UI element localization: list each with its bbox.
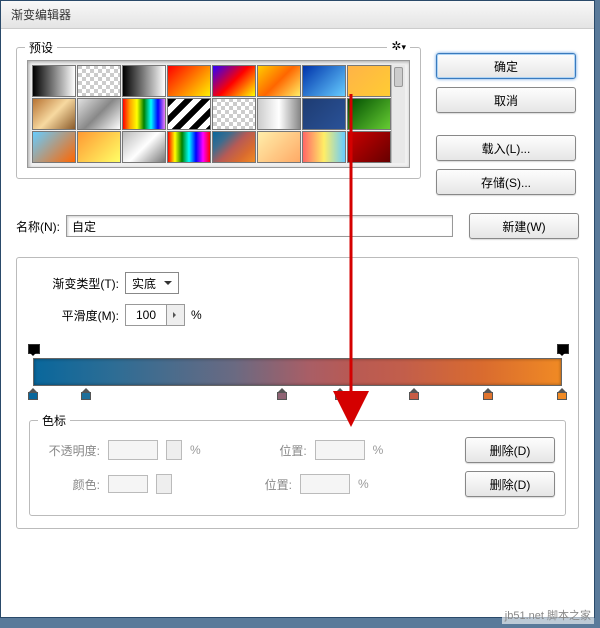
gradient-type-select[interactable]: 实底 xyxy=(125,272,179,294)
preset-swatch[interactable] xyxy=(167,98,211,130)
delete-color-stop-button[interactable]: 删除(D) xyxy=(465,471,555,497)
color-label: 颜色: xyxy=(40,476,100,493)
dialog-body: 预设 ✲▾ 确定 取消 载入(L)... 存储(S)... 名称(N): 新建(… xyxy=(1,29,594,617)
color-stop[interactable] xyxy=(408,388,420,400)
gradient-editor-strip xyxy=(33,344,562,400)
gradient-bar[interactable] xyxy=(33,358,562,386)
gradient-editor-window: 渐变编辑器 预设 ✲▾ 确定 取消 载入(L)... 存储(S)... 名称(N… xyxy=(0,0,595,618)
preset-swatch[interactable] xyxy=(122,65,166,97)
ok-button[interactable]: 确定 xyxy=(436,53,576,79)
preset-swatch[interactable] xyxy=(302,131,346,163)
smoothness-label: 平滑度(M): xyxy=(29,307,119,324)
preset-swatch[interactable] xyxy=(257,65,301,97)
presets-scrollbar[interactable] xyxy=(391,65,405,163)
presets-grid xyxy=(27,60,410,168)
color-position-input xyxy=(300,474,350,494)
gradient-settings-group: 渐变类型(T): 实底 平滑度(M): % 色标 不透明度: xyxy=(16,257,579,529)
opacity-label: 不透明度: xyxy=(40,442,100,459)
preset-swatch[interactable] xyxy=(32,98,76,130)
preset-swatch[interactable] xyxy=(167,65,211,97)
color-swatch xyxy=(108,475,148,493)
smoothness-input[interactable] xyxy=(125,304,185,326)
position-label: 位置: xyxy=(232,476,292,493)
preset-swatch[interactable] xyxy=(347,98,391,130)
position-label: 位置: xyxy=(247,442,307,459)
preset-swatch[interactable] xyxy=(212,131,256,163)
gradient-type-label: 渐变类型(T): xyxy=(29,275,119,292)
name-label: 名称(N): xyxy=(16,218,60,235)
opacity-position-input xyxy=(315,440,365,460)
opacity-stop[interactable] xyxy=(27,344,39,356)
smoothness-unit: % xyxy=(191,308,202,322)
color-stop[interactable] xyxy=(334,388,346,400)
delete-opacity-stop-button[interactable]: 删除(D) xyxy=(465,437,555,463)
button-column: 确定 取消 载入(L)... 存储(S)... xyxy=(436,53,576,195)
stops-group: 色标 不透明度: % 位置: % 删除(D) 颜色: 位置: xyxy=(29,420,566,516)
cancel-button[interactable]: 取消 xyxy=(436,87,576,113)
stepper-icon[interactable] xyxy=(166,305,184,325)
preset-swatch[interactable] xyxy=(212,98,256,130)
preset-swatch[interactable] xyxy=(77,98,121,130)
color-stop[interactable] xyxy=(482,388,494,400)
preset-swatch[interactable] xyxy=(302,65,346,97)
titlebar[interactable]: 渐变编辑器 xyxy=(1,1,594,29)
preset-swatch[interactable] xyxy=(122,131,166,163)
gear-icon[interactable]: ✲▾ xyxy=(387,39,410,53)
presets-legend: 预设 xyxy=(25,39,57,56)
stepper-icon xyxy=(156,474,172,494)
load-button[interactable]: 载入(L)... xyxy=(436,135,576,161)
color-stop[interactable] xyxy=(276,388,288,400)
preset-swatch[interactable] xyxy=(212,65,256,97)
stops-legend: 色标 xyxy=(38,412,70,429)
preset-swatch[interactable] xyxy=(257,131,301,163)
preset-swatch[interactable] xyxy=(347,65,391,97)
presets-group: 预设 ✲▾ xyxy=(16,47,421,179)
stepper-icon xyxy=(166,440,182,460)
preset-swatch[interactable] xyxy=(167,131,211,163)
new-button[interactable]: 新建(W) xyxy=(469,213,579,239)
name-input[interactable] xyxy=(66,215,453,237)
preset-swatch[interactable] xyxy=(32,131,76,163)
preset-swatch[interactable] xyxy=(77,131,121,163)
opacity-stop[interactable] xyxy=(556,344,568,356)
preset-swatch[interactable] xyxy=(302,98,346,130)
preset-swatch[interactable] xyxy=(122,98,166,130)
preset-swatch[interactable] xyxy=(32,65,76,97)
opacity-input xyxy=(108,440,158,460)
color-stop[interactable] xyxy=(80,388,92,400)
watermark: jb51.net 脚本之家 xyxy=(502,606,594,624)
color-stop[interactable] xyxy=(27,388,39,400)
preset-swatch[interactable] xyxy=(257,98,301,130)
name-row: 名称(N): 新建(W) xyxy=(16,213,579,239)
color-stop[interactable] xyxy=(556,388,568,400)
save-button[interactable]: 存储(S)... xyxy=(436,169,576,195)
preset-swatch[interactable] xyxy=(77,65,121,97)
preset-swatch[interactable] xyxy=(347,131,391,163)
window-title: 渐变编辑器 xyxy=(11,6,71,23)
